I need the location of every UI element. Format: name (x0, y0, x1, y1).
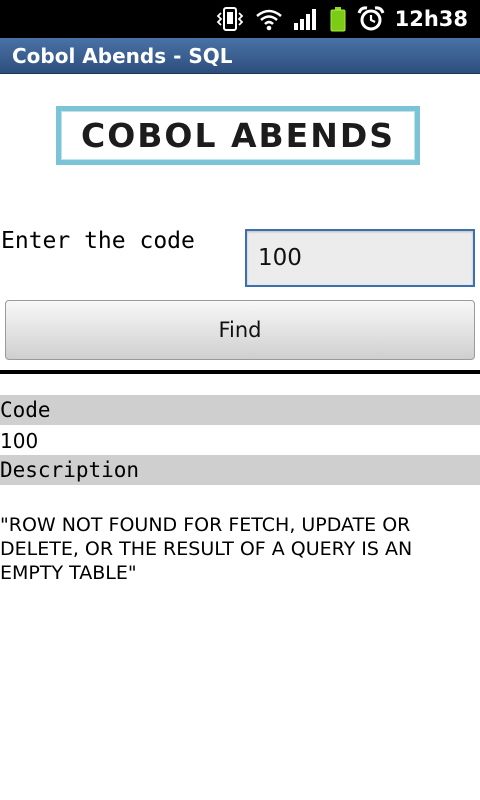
vibrate-icon (215, 6, 245, 32)
app-title: Cobol Abends - SQL (0, 38, 480, 74)
battery-icon (329, 6, 347, 32)
enter-code-label: Enter the code (1, 228, 195, 254)
logo-frame: COBOL ABENDS (61, 111, 415, 160)
description-value: "ROW NOT FOUND FOR FETCH, UPDATE OR DELE… (0, 514, 413, 584)
divider (0, 370, 480, 374)
cobol-abends-logo: COBOL ABENDS (56, 106, 420, 165)
description-header: Description (0, 455, 480, 485)
signal-icon (293, 7, 319, 31)
find-button[interactable]: Find (5, 300, 475, 360)
status-bar: 12h38 (0, 0, 480, 38)
wifi-icon (255, 7, 283, 31)
alarm-icon (357, 6, 385, 32)
code-header: Code (0, 395, 480, 425)
code-input[interactable] (245, 229, 475, 287)
logo-text: COBOL ABENDS (80, 116, 395, 155)
status-time: 12h38 (394, 7, 468, 31)
code-value: 100 (0, 429, 39, 453)
